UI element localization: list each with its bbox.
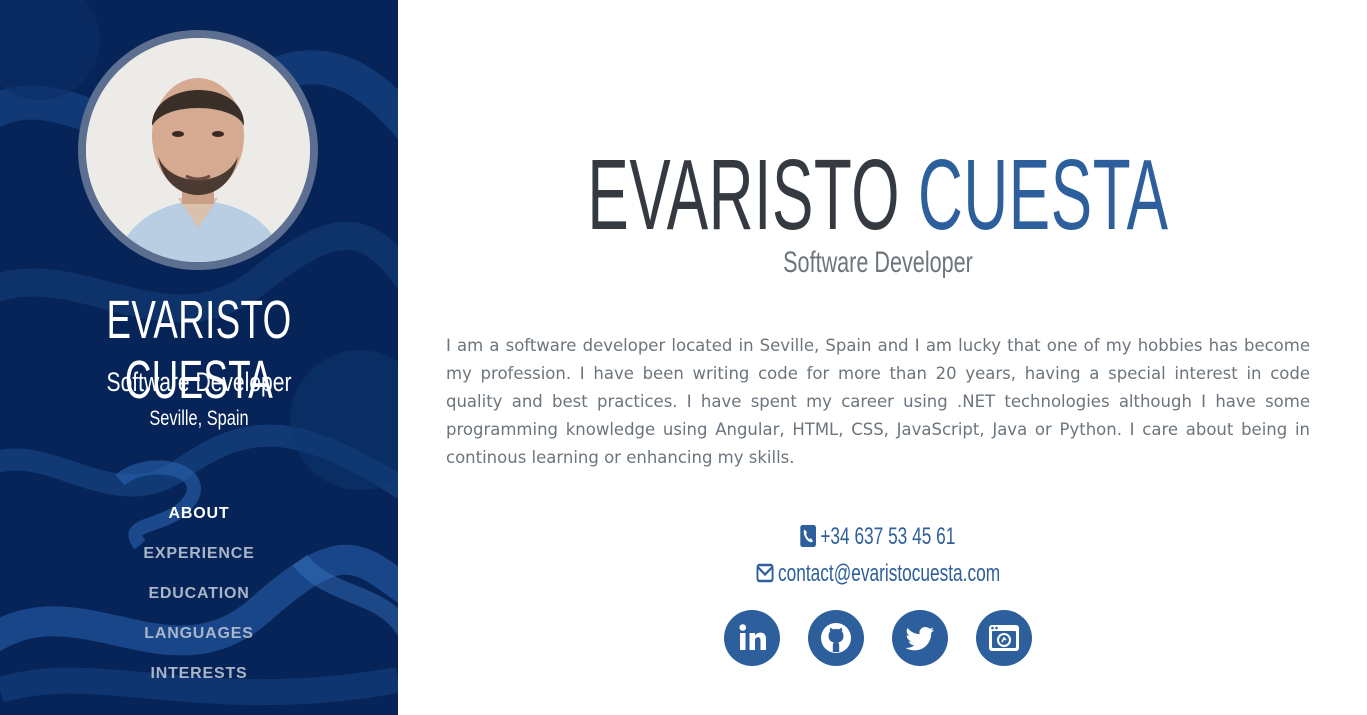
envelope-icon <box>756 563 774 583</box>
github-button[interactable] <box>808 610 864 666</box>
nav-item-interests[interactable]: INTERESTS <box>0 660 398 700</box>
blog-icon <box>989 625 1019 651</box>
page-subtitle: Software Developer <box>783 246 973 279</box>
phone-contact: +34 637 53 45 61 <box>398 522 1358 552</box>
section-nav: ABOUT EXPERIENCE EDUCATION LANGUAGES INT… <box>0 500 398 700</box>
email-link[interactable]: contact@evaristocuesta.com <box>778 560 1000 587</box>
profile-photo <box>86 38 310 262</box>
sidebar-location: Seville, Spain <box>149 407 249 430</box>
bio-paragraph: I am a software developer located in Sev… <box>446 336 1310 467</box>
social-links <box>724 610 1044 666</box>
about-section: EVARISTO CUESTA Software Developer I am … <box>398 0 1367 715</box>
sidebar-role: Software Developer <box>106 367 292 397</box>
avatar <box>78 30 318 270</box>
title-last-name: CUESTA <box>917 139 1169 251</box>
nav-item-about[interactable]: ABOUT <box>0 500 398 540</box>
nav-item-languages[interactable]: LANGUAGES <box>0 620 398 660</box>
github-icon <box>821 623 851 653</box>
nav-item-experience[interactable]: EXPERIENCE <box>0 540 398 580</box>
linkedin-icon <box>739 624 766 650</box>
sidebar: EVARISTO CUESTA Software Developer Sevil… <box>0 0 398 715</box>
phone-link[interactable]: +34 637 53 45 61 <box>821 523 956 550</box>
twitter-button[interactable] <box>892 610 948 666</box>
page-title: EVARISTO CUESTA <box>580 140 1175 250</box>
linkedin-button[interactable] <box>724 610 780 666</box>
twitter-icon <box>905 627 934 651</box>
title-first-name: EVARISTO <box>587 139 901 251</box>
nav-item-education[interactable]: EDUCATION <box>0 580 398 620</box>
email-contact: contact@evaristocuesta.com <box>398 559 1358 589</box>
phone-icon <box>800 525 817 547</box>
blog-button[interactable] <box>976 610 1032 666</box>
